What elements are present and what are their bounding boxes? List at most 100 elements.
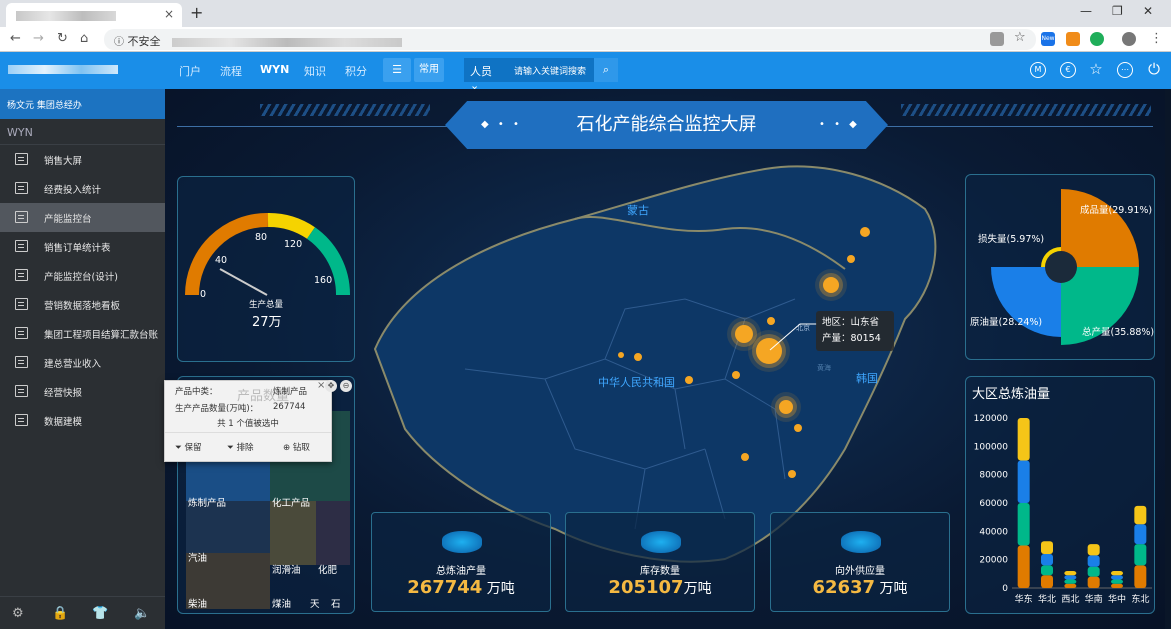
sidebar-item[interactable]: 销售大屏 (0, 145, 165, 174)
power-icon[interactable]: ⏻ (1146, 62, 1162, 78)
bar-segment[interactable] (1134, 505, 1147, 525)
pie-slice-label: 总产量(35.88%) (1082, 326, 1154, 338)
bar-segment[interactable] (1017, 418, 1030, 461)
user-info[interactable]: 杨文元 集团总经办 (0, 89, 165, 119)
treemap-cell[interactable] (270, 501, 316, 565)
pie-slice[interactable] (1061, 189, 1139, 267)
map-bubble[interactable] (794, 424, 802, 432)
nav-portal[interactable]: 门户 (179, 63, 201, 79)
settings-icon[interactable]: ⚙ (12, 606, 24, 621)
map-bubble[interactable] (732, 371, 740, 379)
extension-new-icon[interactable]: New (1041, 32, 1055, 46)
bar-segment[interactable] (1041, 575, 1053, 588)
new-tab-button[interactable]: + (190, 3, 203, 22)
search-input[interactable]: 请输入关键词搜索 (508, 58, 594, 82)
tab-close-icon[interactable]: × (164, 7, 174, 21)
move-icon[interactable]: ✥ (325, 380, 337, 392)
bar-segment[interactable] (1017, 503, 1030, 546)
translate-icon[interactable] (990, 32, 1004, 46)
bar-segment[interactable] (1064, 579, 1077, 584)
map-bubble[interactable] (847, 255, 855, 263)
profile-m-icon[interactable]: M (1030, 62, 1046, 78)
map-bubble[interactable] (685, 376, 693, 384)
bar-segment[interactable] (1064, 575, 1077, 580)
bar-segment[interactable] (1134, 565, 1147, 588)
shirt-icon[interactable]: 👕 (92, 606, 108, 621)
app-logo[interactable] (0, 52, 165, 89)
maximize-button[interactable]: ❐ (1112, 4, 1123, 18)
bar-segment[interactable] (1087, 555, 1100, 567)
map-bubble[interactable] (788, 470, 796, 478)
map-bubble[interactable] (860, 227, 870, 237)
sidebar-item[interactable]: 产能监控台 (0, 203, 165, 232)
info-icon[interactable]: ⓘ (114, 37, 124, 48)
sidebar-item[interactable]: 产能监控台(设计) (0, 261, 165, 290)
bar-segment[interactable] (1017, 460, 1030, 504)
profile-icon[interactable] (1122, 32, 1136, 46)
sidebar-item[interactable]: 集团工程项目结算汇款台账 (0, 319, 165, 348)
common-button[interactable]: 常用 (414, 58, 444, 82)
bar-segment[interactable] (1087, 566, 1100, 577)
sidebar-item[interactable]: 经费投入统计 (0, 174, 165, 203)
minimize-button[interactable]: — (1080, 4, 1092, 18)
bar-segment[interactable] (1064, 571, 1077, 576)
bar-segment[interactable] (1064, 583, 1077, 588)
bar-segment[interactable] (1134, 544, 1147, 566)
nav-wyn[interactable]: WYN (260, 63, 289, 76)
extension-orange-icon[interactable] (1066, 32, 1080, 46)
search-icon[interactable]: ⌕ (594, 58, 618, 82)
sidebar-item[interactable]: 销售订单统计表 (0, 232, 165, 261)
bar-segment[interactable] (1017, 545, 1030, 589)
lock-icon[interactable]: 🔒 (52, 606, 68, 621)
china-map[interactable] (345, 149, 985, 569)
map-bubble[interactable] (823, 277, 839, 293)
bar-segment[interactable] (1111, 579, 1123, 584)
nav-points[interactable]: 积分 (345, 63, 367, 79)
more-icon[interactable]: ⋯ (1117, 62, 1133, 78)
sidebar-item[interactable]: 数据建模 (0, 406, 165, 435)
bar-segment[interactable] (1041, 541, 1053, 554)
search-scope-select[interactable]: 人员 ⌄ (464, 58, 508, 92)
exclude-button[interactable]: ⏷ 排除 (227, 441, 254, 453)
bar-segment[interactable] (1087, 544, 1100, 556)
browser-menu-icon[interactable]: ⋮ (1150, 31, 1163, 46)
bar-segment[interactable] (1111, 583, 1123, 588)
rose-pie-chart[interactable]: 成品量(29.91%) 总产量(35.88%) 原油量(28.24%) 损失量(5.9… (966, 175, 1156, 361)
skin-icon[interactable]: € (1060, 62, 1076, 78)
bar-segment[interactable] (1041, 565, 1053, 576)
map-bubble[interactable] (779, 400, 793, 414)
map-bubble[interactable] (634, 353, 642, 361)
bookmark-star-icon[interactable]: ☆ (1014, 30, 1026, 45)
reload-icon[interactable]: ↻ (57, 31, 68, 46)
close-window-button[interactable]: ✕ (1143, 4, 1153, 18)
forward-icon[interactable]: → (33, 31, 44, 46)
drill-down-icon: ⊕ (283, 443, 293, 453)
sidebar-item[interactable]: 经营快报 (0, 377, 165, 406)
treemap-cell[interactable] (316, 501, 350, 565)
menu-icon[interactable]: ☰ (383, 58, 411, 82)
extension-green-icon[interactable] (1090, 32, 1104, 46)
bar-segment[interactable] (1087, 576, 1100, 588)
back-icon[interactable]: ← (10, 31, 21, 46)
url-field[interactable]: ⓘ 不安全 (104, 29, 1036, 50)
tooltip-region-value: 山东省 (850, 317, 880, 328)
browser-tab[interactable]: × (6, 3, 182, 27)
bar-segment[interactable] (1134, 524, 1147, 545)
home-icon[interactable]: ⌂ (80, 31, 88, 46)
bar-segment[interactable] (1111, 571, 1123, 576)
map-bubble[interactable] (735, 325, 753, 343)
zoom-out-icon[interactable]: ⊖ (340, 380, 352, 392)
map-bubble[interactable] (741, 453, 749, 461)
map-bubble[interactable] (618, 352, 624, 358)
sidebar-item[interactable]: 营销数据落地看板 (0, 290, 165, 319)
region-bar-chart[interactable]: 020000400006000080000100000120000华东 华北 西北华… (966, 377, 1156, 615)
nav-workflow[interactable]: 流程 (220, 63, 242, 79)
speaker-icon[interactable]: 🔈 (134, 606, 150, 621)
sidebar-item[interactable]: 建总营业收入 (0, 348, 165, 377)
favorite-star-icon[interactable]: ☆ (1088, 62, 1104, 78)
keep-button[interactable]: ⏷ 保留 (175, 441, 202, 453)
bar-segment[interactable] (1041, 554, 1053, 566)
drill-button[interactable]: ⊕ 钻取 (283, 441, 310, 453)
nav-knowledge[interactable]: 知识 (304, 63, 326, 79)
bar-segment[interactable] (1111, 575, 1123, 580)
